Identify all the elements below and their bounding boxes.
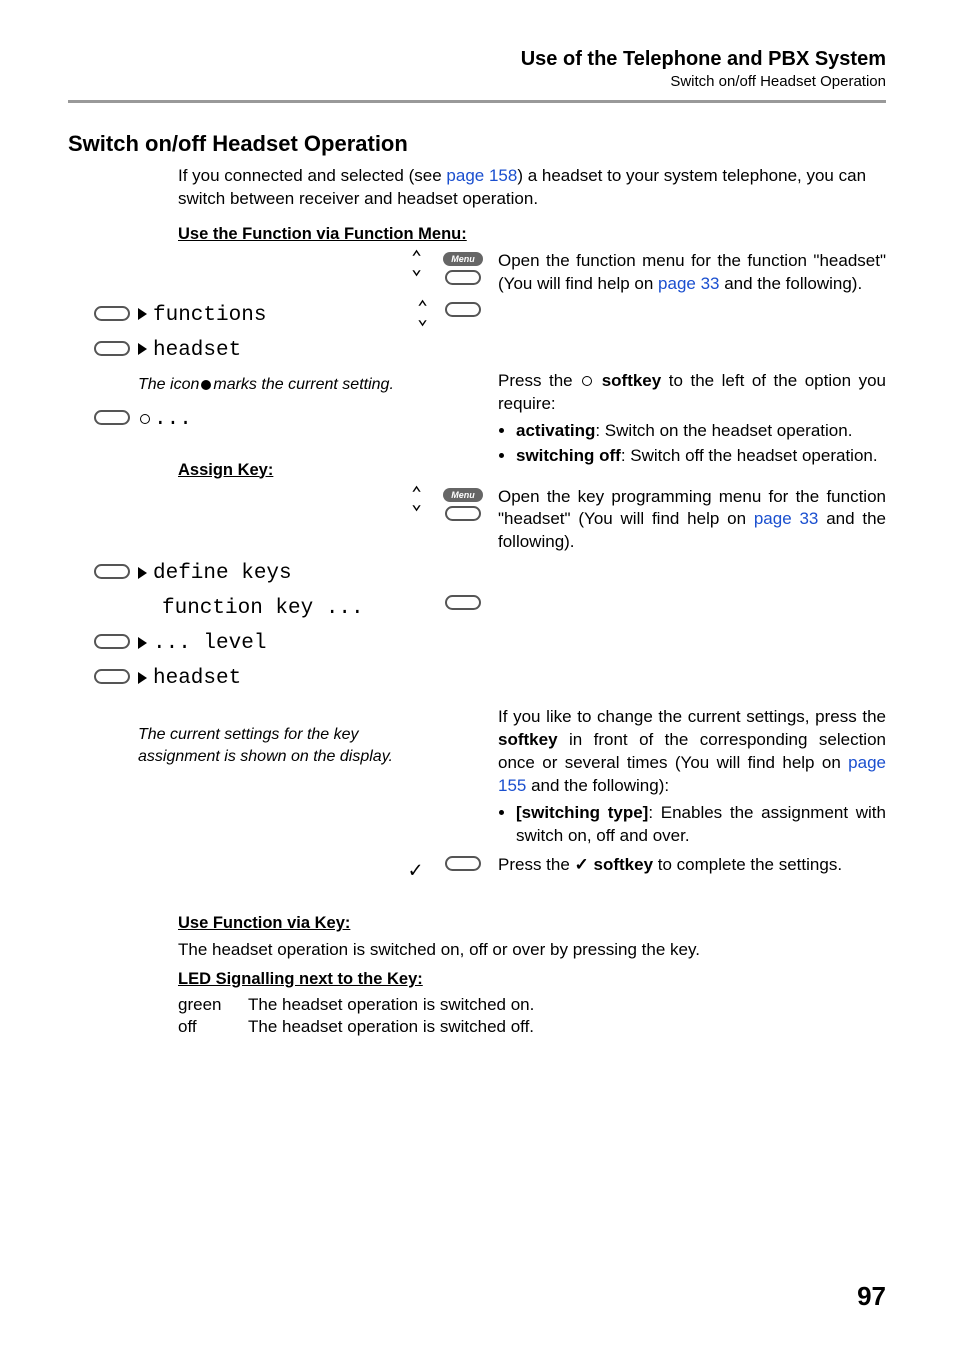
use-function-via-key-title: Use Function via Key: bbox=[178, 914, 886, 933]
softkey-icon bbox=[94, 669, 130, 684]
header-rule bbox=[68, 100, 886, 103]
open-function-menu-text: Open the function menu for the function … bbox=[498, 250, 886, 296]
display-headset: headset bbox=[153, 339, 241, 362]
bullet-switching-type: [switching type]: Enables the assignment… bbox=[516, 802, 886, 848]
open-dot-icon bbox=[582, 376, 592, 386]
open-key-programming-text: Open the key programming menu for the fu… bbox=[498, 486, 886, 555]
updown-icon: ⌃⌄ bbox=[411, 254, 422, 276]
softkey-icon bbox=[445, 595, 481, 610]
checkmark-icon: ✓ bbox=[575, 855, 589, 874]
pointer-icon bbox=[138, 304, 153, 327]
section-heading: Switch on/off Headset Operation bbox=[68, 131, 886, 157]
page-number: 97 bbox=[857, 1281, 886, 1312]
open-dot-icon bbox=[140, 414, 150, 424]
header-title: Use of the Telephone and PBX System bbox=[68, 48, 886, 71]
led-row-green: green The headset operation is switched … bbox=[178, 995, 886, 1015]
softkey-icon bbox=[94, 634, 130, 649]
pointer-icon bbox=[138, 667, 153, 690]
use-function-via-key-text: The headset operation is switched on, of… bbox=[178, 939, 886, 962]
led-label: green bbox=[178, 995, 248, 1015]
intro-text-a: If you connected and selected (see bbox=[178, 166, 446, 185]
led-label: off bbox=[178, 1017, 248, 1037]
display-define-keys: define keys bbox=[153, 562, 292, 585]
display-functions: functions bbox=[153, 304, 266, 327]
header-subtitle: Switch on/off Headset Operation bbox=[68, 73, 886, 90]
softkey-icon bbox=[445, 856, 481, 871]
menu-button-icon: Menu bbox=[443, 252, 483, 266]
display-ellipsis: ... bbox=[154, 408, 192, 431]
change-settings-text: If you like to change the current settin… bbox=[498, 706, 886, 850]
led-text: The headset operation is switched off. bbox=[248, 1017, 534, 1037]
page-link[interactable]: page 33 bbox=[658, 274, 719, 293]
checkmark-icon: ✓ bbox=[409, 858, 422, 884]
updown-icon: ⌃⌄ bbox=[417, 304, 428, 326]
led-signalling-title: LED Signalling next to the Key: bbox=[178, 970, 886, 989]
icon-note-a: The icon bbox=[138, 374, 199, 396]
bullet-activating: activating: Switch on the headset operat… bbox=[516, 420, 886, 443]
filled-dot-icon bbox=[201, 380, 211, 390]
complete-settings-text: Press the ✓ softkey to complete the sett… bbox=[498, 854, 886, 877]
updown-icon: ⌃⌄ bbox=[411, 490, 422, 512]
softkey-icon bbox=[445, 506, 481, 521]
intro-paragraph: If you connected and selected (see page … bbox=[178, 165, 886, 211]
pointer-icon bbox=[138, 632, 153, 655]
press-softkey-text: Press the softkey to the left of the opt… bbox=[498, 370, 886, 470]
function-menu-title: Use the Function via Function Menu: bbox=[178, 225, 886, 244]
softkey-icon bbox=[445, 270, 481, 285]
display-function-key: function key ... bbox=[162, 597, 364, 620]
intro-page-link[interactable]: page 158 bbox=[446, 166, 517, 185]
display-headset: headset bbox=[153, 667, 241, 690]
softkey-icon bbox=[445, 302, 481, 317]
pointer-icon bbox=[138, 339, 153, 362]
bullet-switching-off: switching off: Switch off the headset op… bbox=[516, 445, 886, 468]
icon-note-b: marks the current setting. bbox=[213, 374, 394, 396]
pointer-icon bbox=[138, 562, 153, 585]
display-level: ... level bbox=[153, 632, 266, 655]
current-settings-note: The current settings for the key assignm… bbox=[138, 724, 428, 767]
page-link[interactable]: page 33 bbox=[754, 509, 819, 528]
softkey-icon bbox=[94, 306, 130, 321]
menu-button-icon: Menu bbox=[443, 488, 483, 502]
led-row-off: off The headset operation is switched of… bbox=[178, 1017, 886, 1037]
led-text: The headset operation is switched on. bbox=[248, 995, 534, 1015]
softkey-icon bbox=[94, 341, 130, 356]
softkey-icon bbox=[94, 410, 130, 425]
softkey-icon bbox=[94, 564, 130, 579]
